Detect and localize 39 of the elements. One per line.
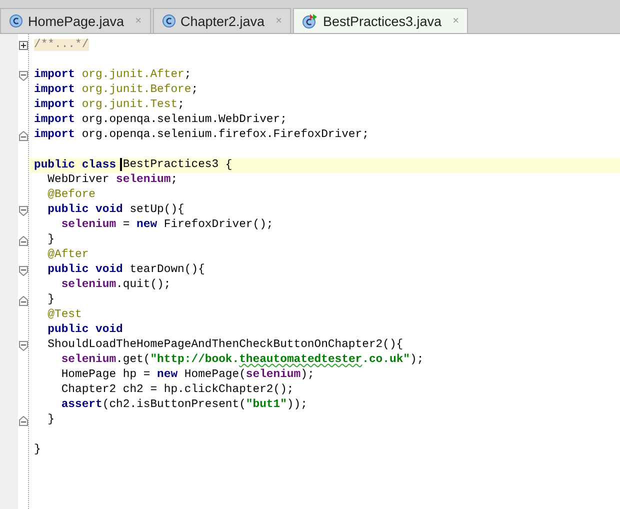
code-line: } [46, 293, 55, 308]
code-line: public void tearDown(){ [46, 263, 205, 278]
code-line: } [46, 233, 55, 248]
test-class-icon [302, 14, 318, 28]
code-line: import org.openqa.selenium.WebDriver; [34, 113, 287, 128]
fold-end-icon[interactable] [18, 416, 28, 426]
code-line: selenium = new FirefoxDriver(); [60, 218, 274, 233]
fold-icon[interactable] [18, 70, 28, 80]
code-line: import org.junit.Before; [34, 83, 198, 98]
file-tab[interactable]: Chapter2.java × [152, 8, 291, 33]
class-icon [162, 14, 176, 28]
file-tab[interactable]: BestPractices3.java × [293, 8, 468, 33]
expand-icon[interactable] [18, 41, 28, 50]
code-line: HomePage hp = new HomePage(selenium); [60, 368, 314, 383]
fold-end-icon[interactable] [18, 296, 28, 306]
code-line: assert(ch2.isButtonPresent("but1")); [60, 398, 308, 413]
code-line: @Before [46, 188, 96, 203]
code-line: public class BestPractices3 { [34, 158, 232, 174]
code-line: public void setUp(){ [46, 203, 184, 218]
code-line: Chapter2 ch2 = hp.clickChapter2(); [60, 383, 294, 398]
fold-icon[interactable] [18, 340, 28, 350]
fold-icon[interactable] [18, 266, 28, 276]
code-line: import org.junit.After; [34, 68, 192, 83]
fold-icon[interactable] [18, 206, 28, 216]
code-line: } [46, 413, 55, 428]
code-line: } [34, 443, 41, 458]
class-icon [9, 14, 23, 28]
code-line: WebDriver selenium; [46, 173, 178, 188]
fold-end-icon[interactable] [18, 130, 28, 140]
code-line: ShouldLoadTheHomePageAndThenCheckButtonOnChapter2(){ [46, 338, 404, 353]
code-line: public void [46, 323, 123, 338]
code-line: selenium.quit(); [60, 278, 171, 293]
code-line: @Test [46, 308, 82, 323]
code-line: import org.openqa.selenium.firefox.FirefoxDriver; [34, 128, 369, 143]
file-tab[interactable]: HomePage.java × [0, 8, 150, 33]
fold-end-icon[interactable] [18, 236, 28, 246]
code-line: selenium.get("http://book.theautomatedtester.co.uk"); [60, 353, 424, 368]
code-line: import org.junit.Test; [34, 98, 184, 113]
code-line: @After [46, 248, 89, 263]
